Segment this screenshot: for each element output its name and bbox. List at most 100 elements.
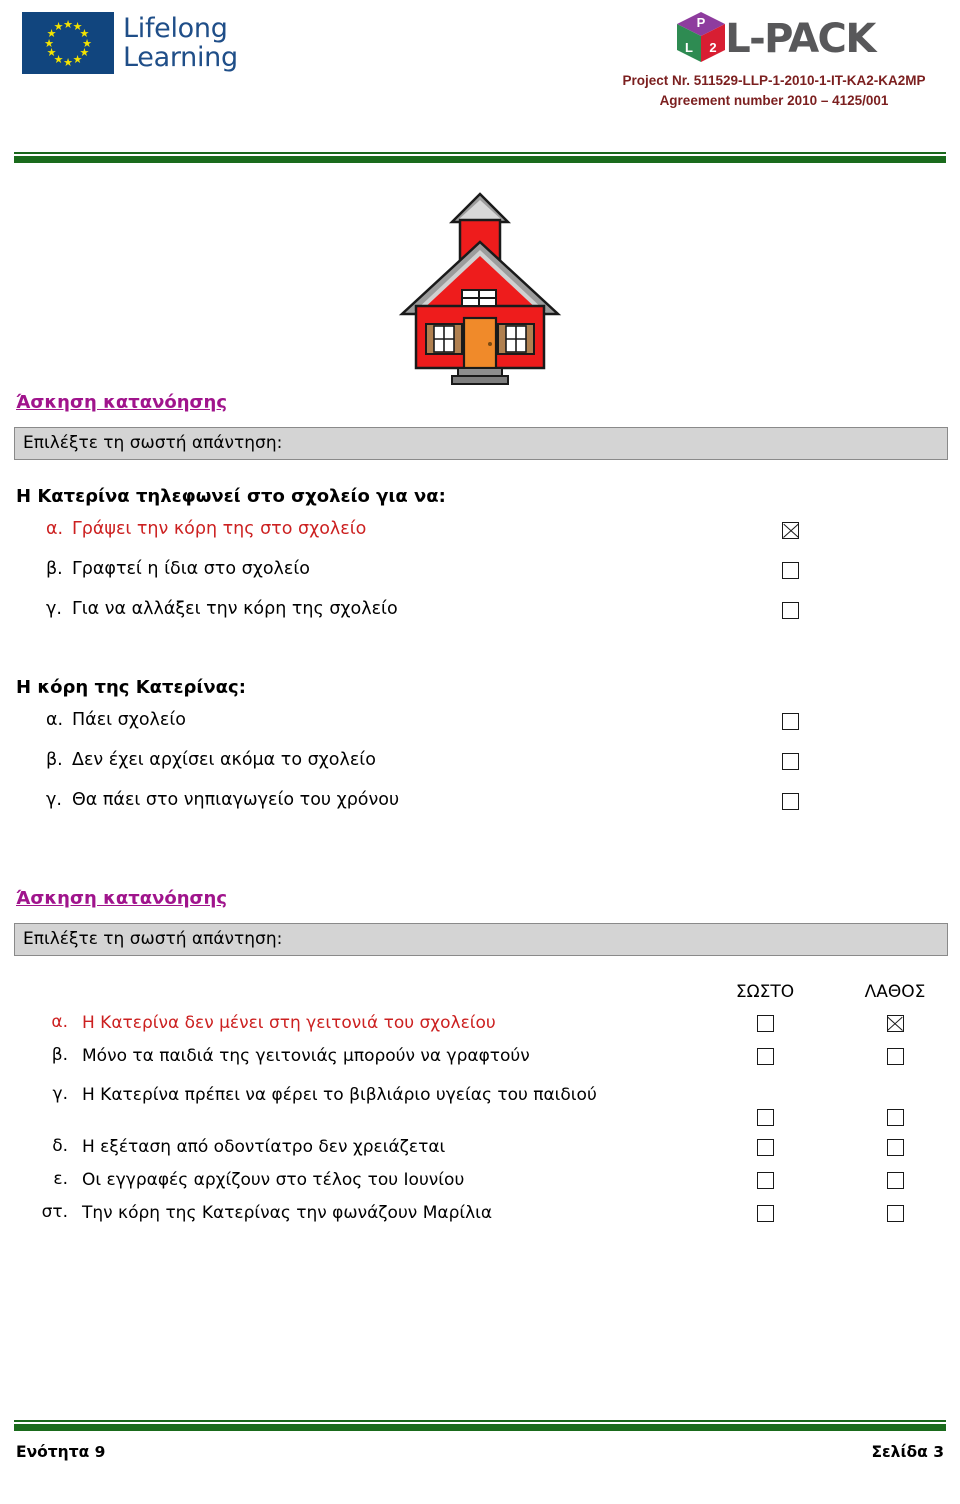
row-statement: Η Κατερίνα πρέπει να φέρει το βιβλιάριο … (82, 1085, 597, 1105)
checkbox-empty[interactable] (886, 1048, 904, 1065)
lifelong-learning-wordmark: Lifelong Learning (123, 14, 238, 72)
checkbox-empty[interactable] (886, 1205, 904, 1222)
option-text: Γραφτεί η ίδια στο σχολείο (72, 559, 310, 579)
true-answer-cell (700, 1084, 830, 1126)
false-answer-cell (830, 1136, 960, 1156)
checkbox-empty[interactable] (782, 713, 799, 730)
row-statement: Η εξέταση από οδοντίατρο δεν χρειάζεται (82, 1137, 446, 1157)
section2-instruction: Επιλέξτε τη σωστή απάντηση: (14, 923, 948, 956)
project-number: Project Nr. 511529-LLP-1-2010-1-IT-KA2-K… (622, 73, 926, 88)
true-answer-cell (700, 1136, 830, 1156)
schoolhouse-illustration (0, 186, 960, 386)
option-checkbox-cell (778, 519, 960, 539)
row-letter: β. (51, 1045, 68, 1065)
checkbox-empty[interactable] (756, 1205, 774, 1222)
option-letter: β. (46, 559, 63, 579)
svg-text:L: L (685, 40, 693, 55)
agreement-number: Agreement number 2010 – 4125/001 (659, 93, 889, 108)
row-letter: γ. (52, 1084, 68, 1104)
checkbox-empty[interactable] (756, 1015, 774, 1032)
section-comprehension-2: Άσκηση κατανόησης Επιλέξτε τη σωστή απάν… (0, 888, 960, 1225)
checkbox-checked[interactable] (886, 1015, 904, 1032)
true-false-row[interactable]: α. Η Κατερίνα δεν μένει στη γειτονιά του … (0, 1012, 960, 1035)
question2-options: α. Πάει σχολείο β. Δεν έχει αρχίσει ακόμα τ… (0, 710, 960, 830)
eu-star-icon: ★ (72, 52, 83, 66)
eu-star-icon: ★ (53, 20, 64, 34)
row-statement: Οι εγγραφές αρχίζουν στο τέλος του Ιουνί… (82, 1170, 465, 1190)
option-row[interactable]: α. Πάει σχολείο (0, 710, 960, 750)
option-letter: γ. (46, 599, 62, 619)
true-false-header-row: ΣΩΣΤΟ ΛΑΘΟΣ (0, 982, 960, 1002)
option-row[interactable]: β. Γραφτεί η ίδια στο σχολείο (0, 559, 960, 599)
column-header-false: ΛΑΘΟΣ (864, 982, 926, 1002)
page-header: ★ ★ ★ ★ ★ ★ ★ ★ ★ ★ ★ ★ Lifelong Learning P L 2 L-P… (0, 0, 960, 163)
schoolhouse-icon (398, 192, 562, 385)
lpack-logo: P L 2 L-PACK (604, 8, 944, 70)
checkbox-empty[interactable] (782, 602, 799, 619)
option-row[interactable]: β. Δεν έχει αρχίσει ακόμα το σχολείο (0, 750, 960, 790)
option-letter: β. (46, 750, 63, 770)
true-false-table: ΣΩΣΤΟ ΛΑΘΟΣ α. Η Κατερίνα δεν μένει στη γ… (0, 982, 960, 1225)
checkbox-empty[interactable] (782, 753, 799, 770)
false-answer-cell (830, 1012, 960, 1032)
false-answer-cell (830, 1202, 960, 1222)
true-false-row[interactable]: β. Μόνο τα παιδιά της γειτονιάς μπορούν ν… (0, 1045, 960, 1068)
option-letter: α. (46, 710, 64, 730)
section2-heading: Άσκηση κατανόησης (16, 888, 228, 909)
footer-page-label: Σελίδα 3 (871, 1443, 944, 1461)
false-answer-cell (830, 1084, 960, 1126)
checkbox-checked[interactable] (782, 522, 799, 539)
option-checkbox-cell (778, 559, 960, 579)
true-false-row[interactable]: ε. Οι εγγραφές αρχίζουν στο τέλος του Ιου… (0, 1169, 960, 1192)
option-checkbox-cell (778, 750, 960, 770)
question1-options: α. Γράψει την κόρη της στο σχολείο β. Γραφτ… (0, 519, 960, 639)
option-text: Δεν έχει αρχίσει ακόμα το σχολείο (72, 750, 376, 770)
checkbox-empty[interactable] (782, 562, 799, 579)
option-row[interactable]: γ. Για να αλλάξει την κόρη της σχολείο (0, 599, 960, 639)
option-letter: γ. (46, 790, 62, 810)
checkbox-empty[interactable] (886, 1109, 904, 1126)
option-checkbox-cell (778, 599, 960, 619)
option-text: Θα πάει στο νηπιαγωγείο του χρόνου (72, 790, 400, 810)
true-answer-cell (700, 1012, 830, 1032)
row-letter: στ. (41, 1202, 68, 1222)
true-answer-cell (700, 1169, 830, 1189)
option-row[interactable]: α. Γράψει την κόρη της στο σχολείο (0, 519, 960, 559)
checkbox-empty[interactable] (756, 1048, 774, 1065)
checkbox-empty[interactable] (756, 1172, 774, 1189)
lifelong-line: Lifelong (123, 13, 228, 44)
option-text: Για να αλλάξει την κόρη της σχολείο (72, 599, 398, 619)
lpack-branding: P L 2 L-PACK Project Nr. 511529-LLP-1-20… (604, 8, 944, 111)
true-false-row[interactable]: δ. Η εξέταση από οδοντίατρο δεν χρειάζετα… (0, 1136, 960, 1159)
column-header-true: ΣΩΣΤΟ (735, 982, 795, 1002)
option-text: Πάει σχολείο (72, 710, 186, 730)
true-answer-cell (700, 1202, 830, 1222)
footer-unit-label: Ενότητα 9 (16, 1443, 106, 1461)
true-answer-cell (700, 1045, 830, 1065)
lpack-cube-icon: P L 2 (673, 10, 729, 68)
svg-text:2: 2 (710, 40, 717, 55)
lpack-wordmark: L-PACK (725, 16, 876, 62)
checkbox-empty[interactable] (782, 793, 799, 810)
checkbox-empty[interactable] (886, 1139, 904, 1156)
row-statement: Η Κατερίνα δεν μένει στη γειτονιά του σχ… (82, 1013, 496, 1033)
checkbox-empty[interactable] (756, 1139, 774, 1156)
section-comprehension-1: Άσκηση κατανόησης Επιλέξτε τη σωστή απάν… (0, 392, 960, 830)
eu-lifelong-learning-logo: ★ ★ ★ ★ ★ ★ ★ ★ ★ ★ ★ ★ Lifelong Learning (22, 12, 238, 74)
true-false-row[interactable]: γ. Η Κατερίνα πρέπει να φέρει το βιβλιάρι… (0, 1084, 960, 1126)
false-answer-cell (830, 1169, 960, 1189)
section1-heading: Άσκηση κατανόησης (16, 392, 228, 413)
question1-stem: Η Κατερίνα τηλεφωνεί στο σχολείο για να: (16, 486, 446, 507)
svg-text:P: P (697, 15, 706, 30)
row-letter: ε. (53, 1169, 68, 1189)
footer-divider (14, 1420, 946, 1431)
checkbox-empty[interactable] (756, 1109, 774, 1126)
question2-stem: Η κόρη της Κατερίνας: (16, 677, 246, 698)
learning-line: Learning (123, 42, 238, 73)
row-statement: Μόνο τα παιδιά της γειτονιάς μπορούν να … (82, 1046, 530, 1066)
option-row[interactable]: γ. Θα πάει στο νηπιαγωγείο του χρόνου (0, 790, 960, 830)
true-false-rows: α. Η Κατερίνα δεν μένει στη γειτονιά του … (0, 1012, 960, 1225)
checkbox-empty[interactable] (886, 1172, 904, 1189)
true-false-row[interactable]: στ. Την κόρη της Κατερίνας την φωνάζουν Μ… (0, 1202, 960, 1225)
section1-instruction: Επιλέξτε τη σωστή απάντηση: (14, 427, 948, 460)
